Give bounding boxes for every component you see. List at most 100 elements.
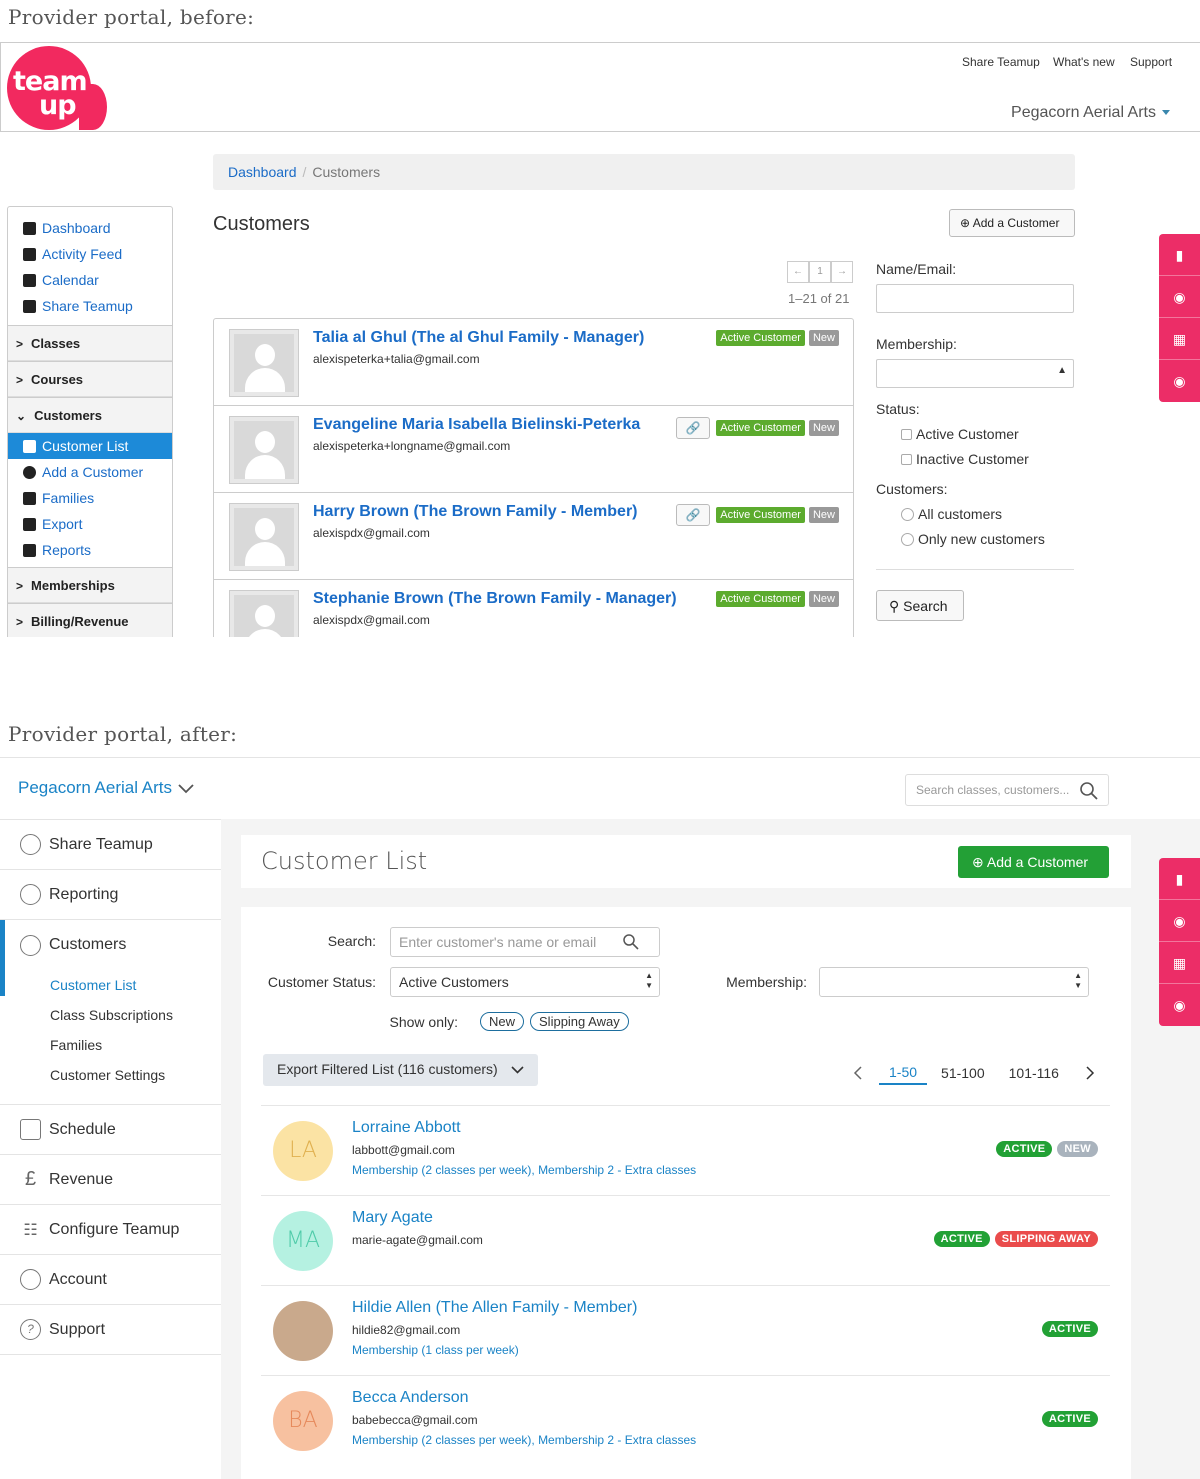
chat-icon[interactable]: ◉: [1159, 984, 1200, 1026]
sidebar-item-export[interactable]: Export: [8, 511, 172, 537]
calendar-icon[interactable]: ▦: [1159, 318, 1200, 360]
select-arrows-icon: ▲: [1057, 365, 1067, 376]
sidebar-item-reports[interactable]: Reports: [8, 537, 172, 563]
chevron-right-icon: >: [16, 337, 24, 351]
sidebar-item-customer-list[interactable]: Customer List: [8, 433, 172, 459]
show-only-new[interactable]: New: [480, 1012, 525, 1031]
teamup-logo[interactable]: team up: [7, 46, 107, 130]
help-icon: ?: [20, 1319, 41, 1340]
all-customers-radio[interactable]: All customers: [901, 506, 1002, 522]
calendar-icon[interactable]: ▦: [1159, 942, 1200, 984]
sidebar-item-reporting[interactable]: Reporting: [0, 870, 221, 920]
page-1-button[interactable]: 1: [809, 261, 831, 283]
customer-name[interactable]: Lorraine Abbott: [352, 1119, 461, 1137]
sidebar-section-courses[interactable]: > Courses: [8, 361, 172, 397]
link-icon: 🔗: [685, 508, 701, 522]
customer-name[interactable]: Evangeline Maria Isabella Bielinski-Pete…: [313, 416, 640, 434]
membership-select[interactable]: ▲: [876, 359, 1074, 388]
add-customer-button[interactable]: ⊕ Add a Customer: [958, 846, 1109, 878]
customer-name[interactable]: Mary Agate: [352, 1209, 433, 1227]
customer-name[interactable]: Talia al Ghul (The al Ghul Family - Mana…: [313, 329, 644, 347]
name-email-input[interactable]: [876, 284, 1074, 313]
sidebar-section-customers[interactable]: ⌄ Customers: [8, 397, 172, 433]
plus-circle-icon: [23, 465, 36, 479]
sidebar-sub-customer-list[interactable]: Customer List: [0, 970, 221, 1000]
customer-status-select[interactable]: Active Customers ▲ ▼: [390, 967, 660, 997]
page-1-50[interactable]: 1-50: [879, 1061, 928, 1085]
membership-label: Membership:: [726, 974, 807, 990]
new-customers-radio[interactable]: Only new customers: [901, 531, 1045, 547]
status-badge: ACTIVE: [933, 1231, 990, 1247]
org-dropdown[interactable]: Pegacorn Aerial Arts: [1011, 104, 1170, 122]
page-51-100[interactable]: 51-100: [931, 1062, 995, 1084]
sidebar-item-share[interactable]: Share Teamup: [8, 293, 172, 319]
sidebar-item-families[interactable]: Families: [8, 485, 172, 511]
link-button[interactable]: 🔗: [676, 417, 711, 439]
customer-email: alexispdx@gmail.com: [313, 613, 430, 627]
status-active-checkbox[interactable]: Active Customer: [901, 426, 1019, 442]
next-page-button[interactable]: →: [831, 261, 853, 283]
sidebar-item-dashboard[interactable]: Dashboard: [8, 215, 172, 241]
sidebar-item-support[interactable]: ? Support: [0, 1305, 221, 1355]
avatar: LA: [273, 1121, 333, 1181]
membership-select[interactable]: ▲ ▼: [819, 967, 1089, 997]
chevron-down-icon: [178, 783, 194, 793]
sidebar-section-memberships[interactable]: > Memberships: [8, 567, 172, 603]
customer-name[interactable]: Stephanie Brown (The Brown Family - Mana…: [313, 590, 677, 608]
add-customer-button[interactable]: ⊕ Add a Customer: [949, 209, 1075, 237]
chevron-left-icon[interactable]: [853, 1066, 863, 1080]
new-badge: New: [808, 591, 839, 607]
customer-row: Harry Brown (The Brown Family - Member) a…: [214, 493, 853, 580]
page-101-116[interactable]: 101-116: [999, 1062, 1069, 1084]
chat-icon[interactable]: ◉: [1159, 360, 1200, 402]
customer-name[interactable]: Harry Brown (The Brown Family - Member): [313, 503, 638, 521]
customer-rows: LA Lorraine Abbott labbott@gmail.com Member…: [261, 1105, 1110, 1465]
top-link-share[interactable]: Share Teamup: [962, 55, 1040, 69]
link-button[interactable]: 🔗: [676, 504, 711, 526]
org-dropdown[interactable]: Pegacorn Aerial Arts: [18, 778, 194, 798]
customer-row: Stephanie Brown (The Brown Family - Mana…: [214, 580, 853, 637]
sidebar-item-customers[interactable]: Customers: [0, 920, 221, 970]
sidebar-item-share-teamup[interactable]: Share Teamup: [0, 820, 221, 870]
lifebuoy-icon[interactable]: ◉: [1159, 900, 1200, 942]
sidebar-item-calendar[interactable]: Calendar: [8, 267, 172, 293]
customer-membership[interactable]: Membership (2 classes per week), Members…: [352, 1163, 696, 1177]
global-search-input[interactable]: Search classes, customers...: [905, 774, 1109, 806]
search-button[interactable]: ⚲ Search: [876, 590, 964, 621]
chevron-right-icon[interactable]: [1085, 1066, 1095, 1080]
top-link-support[interactable]: Support: [1130, 55, 1172, 69]
book-icon[interactable]: ▮: [1159, 858, 1200, 900]
customer-row: Hildie Allen (The Allen Family - Member)…: [261, 1285, 1110, 1375]
sidebar-item-schedule[interactable]: Schedule: [0, 1105, 221, 1155]
avatar: [229, 329, 299, 397]
sidebar-item-configure[interactable]: ☷ Configure Teamup: [0, 1205, 221, 1255]
sidebar-sub-families[interactable]: Families: [0, 1030, 221, 1060]
avatar: [229, 590, 299, 637]
lifebuoy-icon[interactable]: ◉: [1159, 276, 1200, 318]
top-link-whats-new[interactable]: What's new: [1053, 55, 1115, 69]
active-customer-badge: Active Customer: [716, 330, 805, 346]
book-icon[interactable]: ▮: [1159, 234, 1200, 276]
customer-name[interactable]: Becca Anderson: [352, 1389, 469, 1407]
show-only-slipping-away[interactable]: Slipping Away: [530, 1012, 629, 1031]
search-icon: [1080, 782, 1098, 800]
customer-row: MA Mary Agate marie-agate@gmail.com ACTIVE S…: [261, 1195, 1110, 1285]
customer-membership[interactable]: Membership (2 classes per week), Members…: [352, 1433, 696, 1447]
prev-page-button[interactable]: ←: [787, 261, 809, 283]
sidebar-section-classes[interactable]: > Classes: [8, 325, 172, 361]
sidebar-sub-class-subscriptions[interactable]: Class Subscriptions: [0, 1000, 221, 1030]
customer-membership[interactable]: Membership (1 class per week): [352, 1343, 519, 1357]
export-filtered-button[interactable]: Export Filtered List (116 customers): [263, 1054, 538, 1086]
sidebar-section-billing[interactable]: > Billing/Revenue: [8, 603, 172, 637]
sidebar-item-activity-feed[interactable]: Activity Feed: [8, 241, 172, 267]
sidebar-item-revenue[interactable]: £ Revenue: [0, 1155, 221, 1205]
sidebar-item-account[interactable]: Account: [0, 1255, 221, 1305]
breadcrumb-dashboard[interactable]: Dashboard: [228, 164, 297, 180]
sidebar-sub-customer-settings[interactable]: Customer Settings: [0, 1060, 221, 1090]
caret-down-icon: [1162, 110, 1170, 116]
status-inactive-checkbox[interactable]: Inactive Customer: [901, 451, 1029, 467]
breadcrumb: Dashboard / Customers: [213, 154, 1075, 190]
sidebar-item-add-customer[interactable]: Add a Customer: [8, 459, 172, 485]
customer-search-input[interactable]: Enter customer's name or email: [390, 927, 660, 957]
customer-name[interactable]: Hildie Allen (The Allen Family - Member): [352, 1299, 637, 1317]
